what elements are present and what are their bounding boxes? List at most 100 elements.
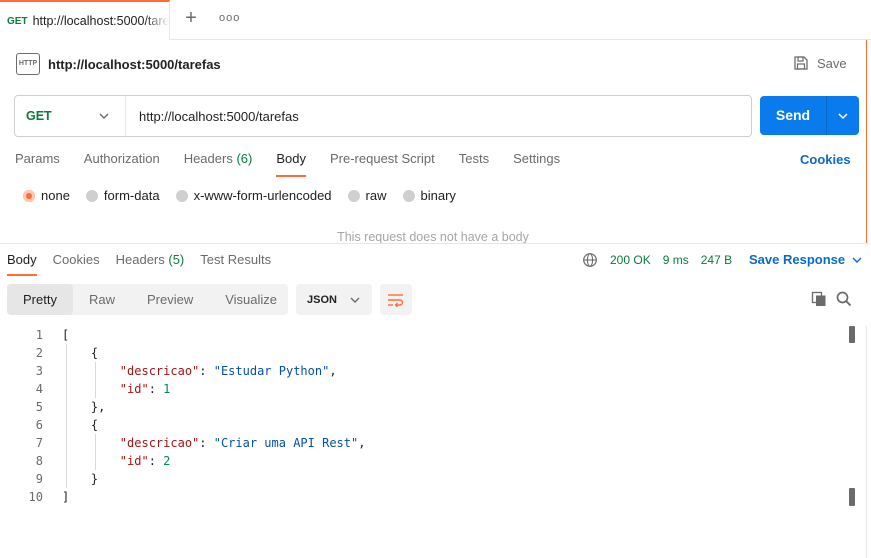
request-title[interactable]: http://localhost:5000/tarefas bbox=[48, 57, 221, 72]
view-pretty[interactable]: Pretty bbox=[7, 284, 73, 315]
code-text: }, bbox=[62, 398, 105, 416]
new-tab-icon[interactable]: + bbox=[183, 8, 199, 28]
line-number: 5 bbox=[35, 400, 43, 414]
right-edge bbox=[866, 326, 867, 558]
request-tab[interactable]: GET http://localhost:5000/tarefas bbox=[0, 0, 170, 40]
json-punctuation: }, bbox=[62, 400, 106, 414]
json-punctuation: : bbox=[148, 382, 164, 396]
save-response-label: Save Response bbox=[749, 252, 846, 267]
body-type-selector: none form-data x-www-form-urlencoded raw… bbox=[23, 188, 472, 203]
radio-icon bbox=[175, 189, 188, 202]
json-punctuation: } bbox=[62, 472, 99, 486]
view-raw[interactable]: Raw bbox=[73, 284, 131, 315]
url-bar: GET bbox=[14, 95, 752, 137]
code-line: 4 "id": 1 bbox=[0, 380, 848, 398]
response-tab-test-results[interactable]: Test Results bbox=[200, 252, 271, 276]
tab-params[interactable]: Params bbox=[15, 151, 60, 177]
line-number: 2 bbox=[35, 346, 43, 360]
radio-icon bbox=[402, 189, 415, 202]
more-tabs-icon[interactable]: ooo bbox=[219, 12, 240, 24]
json-punctuation: , bbox=[358, 436, 366, 450]
response-size[interactable]: 247 B bbox=[701, 253, 732, 267]
tab-strip: GET http://localhost:5000/tarefas + ooo bbox=[0, 0, 871, 40]
method-select[interactable]: GET bbox=[15, 96, 126, 136]
http-icon: HTTP bbox=[16, 53, 40, 75]
radio-icon bbox=[347, 189, 360, 202]
chevron-down-icon bbox=[838, 112, 848, 119]
code-scrollbar-thumb[interactable] bbox=[849, 326, 855, 343]
code-text: } bbox=[62, 470, 98, 488]
method-value: GET bbox=[26, 109, 52, 123]
response-headers-count: (5) bbox=[168, 252, 185, 267]
send-button-group: Send bbox=[760, 96, 859, 135]
line-number: 4 bbox=[35, 382, 43, 396]
code-text: "id": 1 bbox=[62, 380, 171, 398]
tab-tests[interactable]: Tests bbox=[459, 151, 489, 177]
json-punctuation: : bbox=[199, 436, 214, 450]
globe-icon[interactable] bbox=[582, 252, 598, 268]
view-preview[interactable]: Preview bbox=[131, 284, 209, 315]
send-options-button[interactable] bbox=[826, 96, 859, 135]
save-response-button[interactable]: Save Response bbox=[749, 252, 863, 267]
json-punctuation: , bbox=[329, 364, 337, 378]
search-icon[interactable] bbox=[836, 291, 852, 307]
format-value: JSON bbox=[307, 293, 337, 306]
code-text: "descricao": "Estudar Python", bbox=[62, 362, 337, 380]
tab-settings[interactable]: Settings bbox=[513, 151, 560, 177]
line-number: 10 bbox=[28, 490, 43, 504]
radio-binary[interactable]: binary bbox=[402, 188, 456, 203]
code-text: { bbox=[62, 416, 98, 434]
radio-raw[interactable]: raw bbox=[347, 188, 387, 203]
code-line: 7 "descricao": "Criar uma API Rest", bbox=[0, 434, 848, 452]
json-punctuation: : bbox=[199, 364, 214, 378]
response-time[interactable]: 9 ms bbox=[663, 253, 689, 267]
format-select[interactable]: JSON bbox=[296, 284, 372, 315]
json-punctuation: : bbox=[148, 454, 164, 468]
chevron-down-icon bbox=[350, 297, 360, 303]
radio-x-www-form-urlencoded[interactable]: x-www-form-urlencoded bbox=[175, 188, 332, 203]
line-number: 7 bbox=[35, 436, 43, 450]
wrap-lines-button[interactable] bbox=[380, 284, 412, 315]
response-tab-headers[interactable]: Headers (5) bbox=[116, 252, 185, 276]
url-input[interactable] bbox=[126, 96, 751, 136]
tab-body[interactable]: Body bbox=[276, 151, 306, 177]
view-mode-selector: Pretty Raw Preview Visualize bbox=[7, 284, 288, 315]
tab-pre-request-script[interactable]: Pre-request Script bbox=[330, 151, 435, 177]
response-tab-body[interactable]: Body bbox=[7, 252, 37, 276]
view-visualize[interactable]: Visualize bbox=[209, 284, 293, 315]
response-status: 200 OK 9 ms 247 B bbox=[582, 252, 732, 268]
send-button[interactable]: Send bbox=[760, 96, 826, 135]
code-line: 9 } bbox=[0, 470, 848, 488]
cookies-link[interactable]: Cookies bbox=[800, 152, 851, 167]
code-text: "id": 2 bbox=[62, 452, 171, 470]
save-button[interactable]: Save bbox=[793, 55, 847, 71]
code-scrollbar-marker[interactable] bbox=[849, 488, 855, 506]
code-line: 3 "descricao": "Estudar Python", bbox=[0, 362, 848, 380]
json-punctuation bbox=[62, 382, 120, 396]
line-number: 9 bbox=[35, 472, 43, 486]
radio-none[interactable]: none bbox=[23, 188, 70, 203]
pane-divider[interactable] bbox=[0, 243, 866, 244]
json-key: "id" bbox=[119, 382, 149, 396]
code-line: 1[ bbox=[0, 326, 848, 344]
code-text: "descricao": "Criar uma API Rest", bbox=[62, 434, 366, 452]
tab-headers[interactable]: Headers (6) bbox=[184, 151, 253, 177]
tab-fade bbox=[145, 2, 169, 40]
radio-icon bbox=[85, 189, 98, 202]
tab-authorization[interactable]: Authorization bbox=[84, 151, 160, 177]
response-tab-cookies[interactable]: Cookies bbox=[53, 252, 100, 276]
code-line: 10] bbox=[0, 488, 848, 506]
save-icon bbox=[794, 56, 808, 70]
radio-form-data[interactable]: form-data bbox=[85, 188, 160, 203]
json-number: 1 bbox=[163, 382, 171, 396]
json-number: 2 bbox=[163, 454, 171, 468]
wrap-lines-icon bbox=[388, 293, 404, 307]
json-key: "descricao" bbox=[119, 364, 200, 378]
no-body-message: This request does not have a body bbox=[337, 230, 529, 244]
response-body-viewer[interactable]: 1[2 {3 "descricao": "Estudar Python", 4 "… bbox=[0, 326, 848, 506]
status-code[interactable]: 200 OK bbox=[610, 253, 651, 267]
line-number: 6 bbox=[35, 418, 43, 432]
json-punctuation: ] bbox=[62, 490, 70, 504]
copy-icon[interactable] bbox=[811, 291, 827, 307]
request-tabs: Params Authorization Headers (6) Body Pr… bbox=[15, 151, 584, 177]
